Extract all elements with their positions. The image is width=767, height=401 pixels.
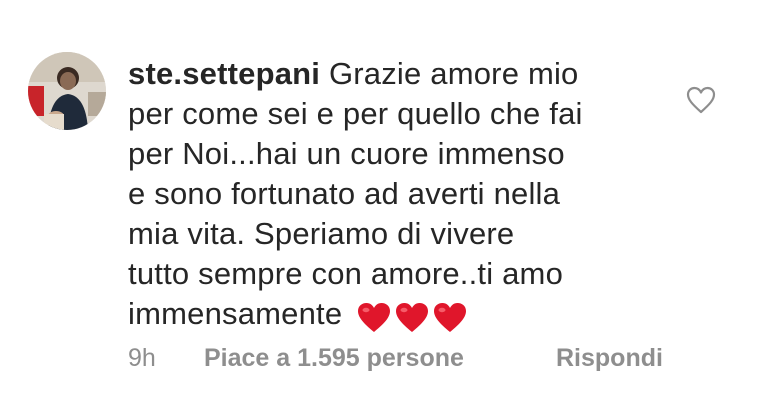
comment-text-line: e sono fortunato ad averti nella [128, 176, 561, 211]
heart-emojis [357, 296, 471, 336]
red-heart-emoji-icon [358, 302, 391, 332]
reply-button[interactable]: Rispondi [556, 344, 663, 373]
red-heart-emoji-icon [434, 302, 467, 332]
comment-body: ste.settepani Grazie amore mio per come … [128, 54, 648, 336]
likes-count-link[interactable]: Piace a 1.595 persone [204, 344, 556, 373]
comment-text-line: per come sei e per quello che fai [128, 96, 583, 131]
comment-text-line: tutto sempre con amore..ti amo [128, 256, 564, 291]
comment-text-line: Grazie amore mio [328, 56, 579, 91]
username-link[interactable]: ste.settepani [128, 56, 320, 91]
avatar-photo [28, 52, 106, 130]
avatar[interactable] [28, 52, 106, 130]
like-heart-icon[interactable] [686, 86, 716, 114]
comment-text-line: mia vita. Speriamo di vivere [128, 216, 515, 251]
comment-meta: 9h Piace a 1.595 persone Rispondi [128, 344, 663, 373]
comment-text-line: immensamente [128, 296, 343, 331]
comment: ste.settepani Grazie amore mio per come … [0, 0, 767, 401]
comment-text-line: per Noi...hai un cuore immenso [128, 136, 565, 171]
red-heart-emoji-icon [396, 302, 429, 332]
timestamp: 9h [128, 344, 156, 372]
